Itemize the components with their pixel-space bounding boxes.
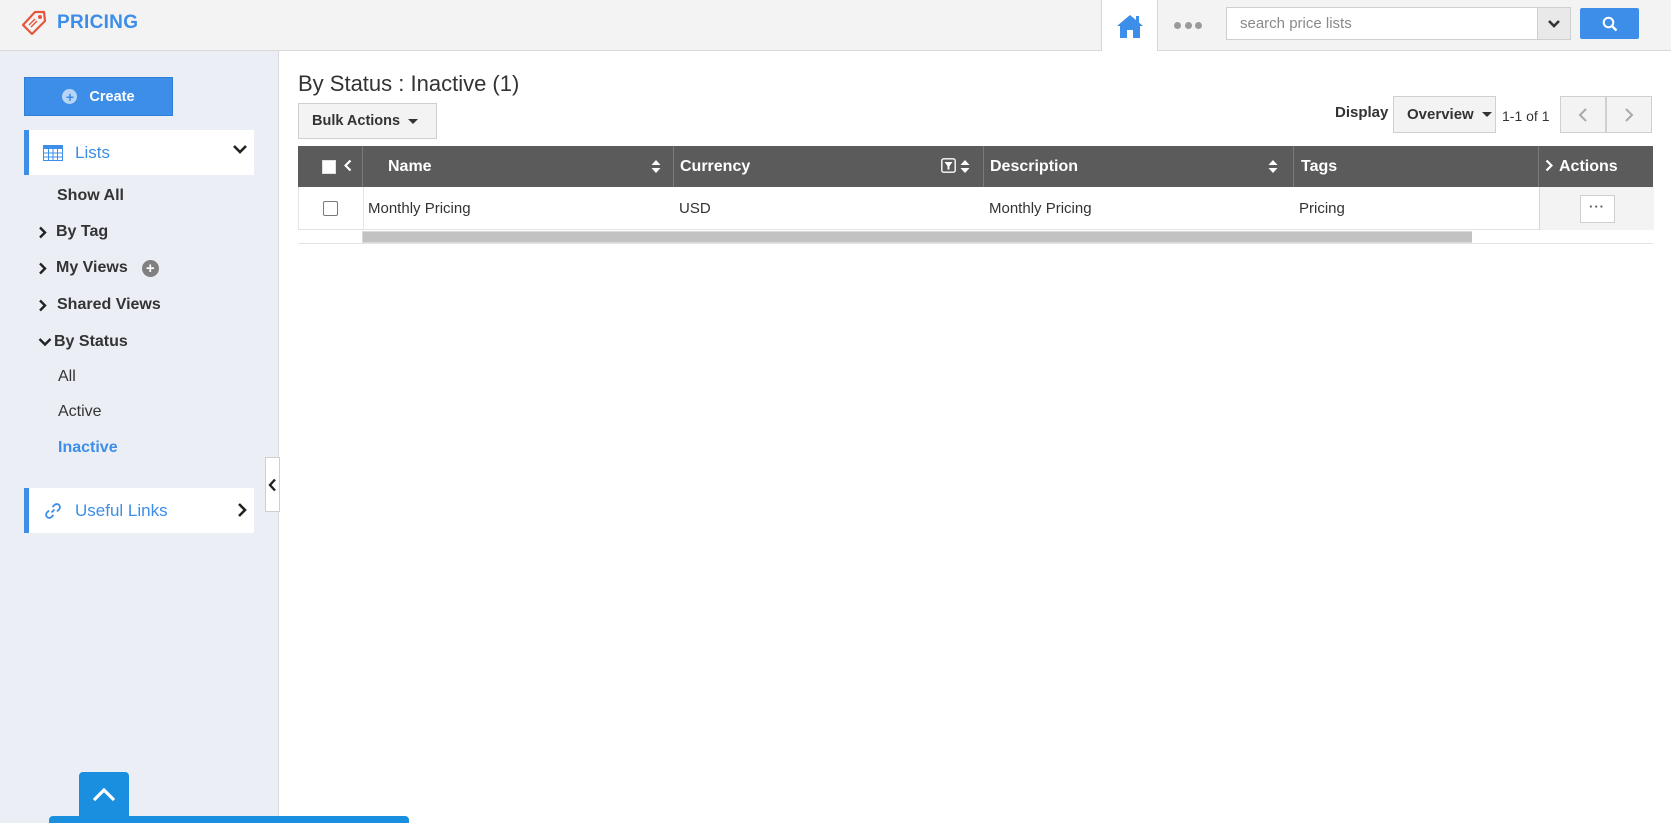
- cell-name[interactable]: Monthly Pricing: [368, 187, 471, 230]
- filter-icon[interactable]: [941, 158, 956, 173]
- sort-icon[interactable]: [960, 159, 970, 174]
- cell-tags: Pricing: [1299, 200, 1345, 217]
- page-count: 1-1 of 1: [1502, 108, 1550, 124]
- chevron-right-icon: [38, 226, 52, 239]
- search-button[interactable]: [1580, 8, 1639, 39]
- link-icon: [42, 500, 64, 522]
- app-title: PRICING: [57, 12, 139, 33]
- display-label: Display: [1335, 104, 1389, 121]
- chevron-up-icon: [91, 787, 117, 803]
- sidebar: + Create Lists Show All By Tag My Views …: [0, 51, 279, 823]
- column-header-actions: Actions: [1559, 157, 1618, 175]
- search-filter-dropdown[interactable]: [1537, 7, 1571, 40]
- sidebar-collapse-toggle[interactable]: [265, 457, 280, 512]
- chevron-right-icon: [38, 262, 52, 275]
- sort-icon[interactable]: [651, 159, 661, 174]
- next-page-button[interactable]: [1606, 96, 1652, 133]
- useful-links-label: Useful Links: [75, 500, 168, 520]
- list-grid-icon: [42, 142, 64, 164]
- app-brand[interactable]: PRICING: [20, 9, 138, 37]
- chevron-right-icon: [236, 502, 248, 518]
- chevron-down-icon: [38, 337, 52, 347]
- caret-down-icon: [408, 118, 419, 124]
- chevron-down-icon: [1547, 19, 1561, 29]
- price-tag-icon: [20, 9, 48, 37]
- table-row[interactable]: Monthly Pricing USD Monthly Pricing Pric…: [298, 187, 1654, 230]
- column-header-tags[interactable]: Tags: [1301, 146, 1501, 187]
- sidebar-item-status-all[interactable]: All: [58, 368, 76, 386]
- chevron-right-icon: [38, 299, 52, 312]
- lists-label: Lists: [75, 142, 110, 162]
- select-all-checkbox[interactable]: [322, 160, 336, 174]
- horizontal-scrollbar[interactable]: [362, 231, 1472, 243]
- plus-circle-icon: +: [62, 89, 78, 104]
- useful-links-panel-header[interactable]: Useful Links: [24, 488, 254, 533]
- chevron-right-icon: [1624, 107, 1634, 123]
- home-button[interactable]: [1101, 0, 1158, 51]
- create-button[interactable]: + Create: [24, 77, 173, 116]
- cell-actions: ···: [1539, 187, 1654, 230]
- more-apps-icon[interactable]: [1174, 18, 1202, 32]
- scroll-to-top-button[interactable]: [79, 772, 129, 818]
- search-icon: [1602, 16, 1618, 32]
- home-icon: [1116, 13, 1144, 39]
- column-header-currency[interactable]: Currency: [680, 146, 880, 187]
- page-title: By Status : Inactive (1): [298, 71, 520, 96]
- chevron-left-icon: [268, 478, 277, 492]
- chevron-right-icon[interactable]: [1545, 159, 1553, 172]
- sort-icon[interactable]: [1268, 159, 1278, 174]
- sidebar-item-by-tag[interactable]: By Tag: [38, 223, 108, 241]
- sidebar-item-show-all[interactable]: Show All: [57, 187, 124, 205]
- row-checkbox[interactable]: [323, 201, 338, 216]
- chevron-left-icon[interactable]: [344, 159, 352, 172]
- sidebar-item-by-status[interactable]: By Status: [38, 333, 128, 351]
- top-bar: PRICING: [0, 0, 1671, 51]
- lists-panel-header[interactable]: Lists: [24, 130, 254, 175]
- sidebar-item-my-views[interactable]: My Views +: [38, 259, 159, 277]
- chevron-left-icon: [1578, 107, 1588, 123]
- sidebar-item-status-inactive[interactable]: Inactive: [58, 439, 118, 457]
- bulk-actions-button[interactable]: Bulk Actions: [298, 103, 437, 139]
- bottom-panel-strip[interactable]: [49, 816, 409, 823]
- column-header-name[interactable]: Name: [388, 146, 588, 187]
- grid-header: Name Currency Description Tags Actions: [298, 146, 1653, 187]
- cell-description: Monthly Pricing: [989, 200, 1092, 217]
- search-input[interactable]: [1226, 7, 1538, 40]
- create-label: Create: [89, 88, 135, 105]
- column-header-description[interactable]: Description: [990, 146, 1190, 187]
- row-actions-button[interactable]: ···: [1579, 194, 1615, 223]
- sidebar-item-shared-views[interactable]: Shared Views: [38, 296, 161, 314]
- chevron-down-icon: [232, 143, 248, 155]
- scrollbar-thumb[interactable]: [363, 232, 1472, 242]
- add-view-icon[interactable]: +: [141, 259, 159, 277]
- display-select[interactable]: Overview: [1393, 96, 1496, 133]
- previous-page-button[interactable]: [1560, 96, 1606, 133]
- sidebar-item-status-active[interactable]: Active: [58, 403, 102, 421]
- caret-down-icon: [1481, 112, 1492, 117]
- cell-currency: USD: [679, 200, 711, 217]
